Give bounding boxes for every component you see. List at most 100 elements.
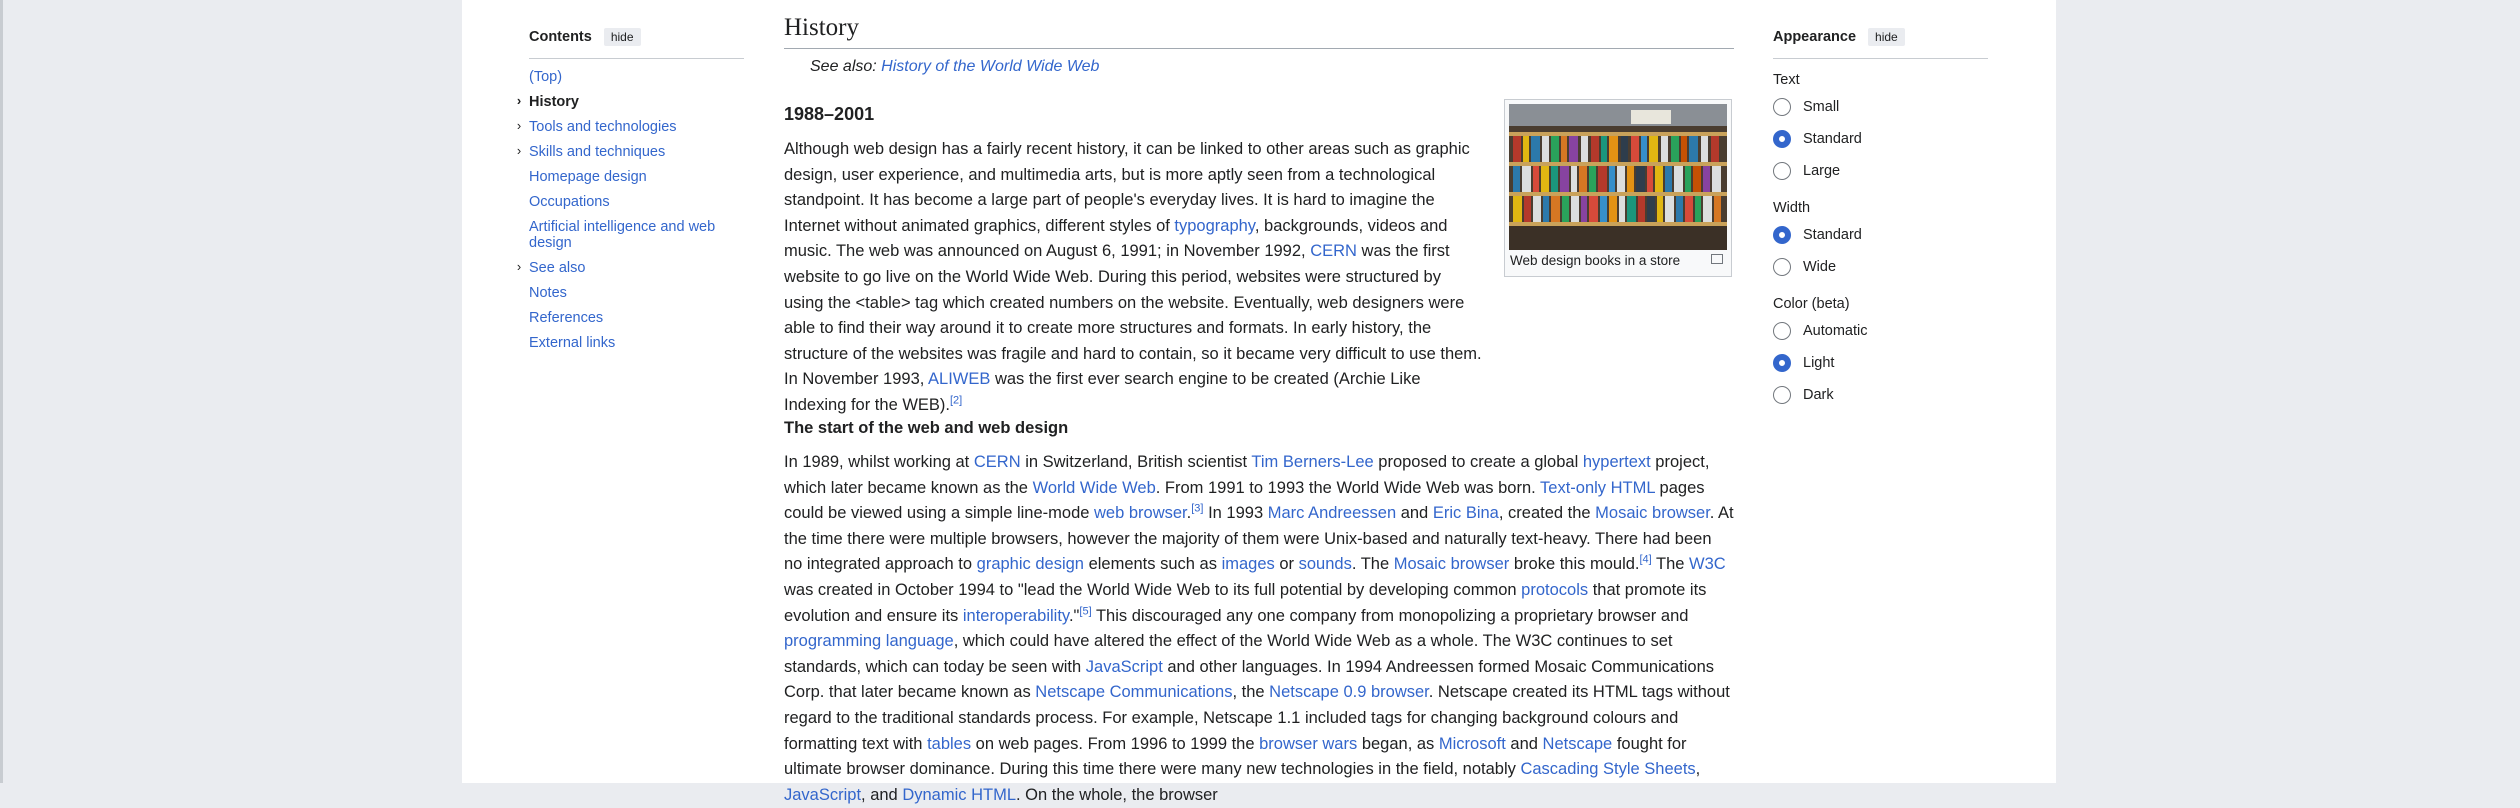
- radio-label[interactable]: Small: [1803, 99, 1839, 115]
- appearance-header: Appearance hide: [1773, 26, 1988, 48]
- wiki-link[interactable]: Marc Andreessen: [1268, 504, 1396, 522]
- toc-item[interactable]: › Skills and techniques: [517, 140, 744, 165]
- radio-selected-icon[interactable]: [1773, 130, 1791, 148]
- radio-option[interactable]: Small: [1773, 91, 1988, 123]
- radio-label[interactable]: Dark: [1803, 387, 1834, 403]
- radio-selected-icon[interactable]: [1773, 226, 1791, 244]
- radio-option[interactable]: Dark: [1773, 379, 1988, 411]
- toc-link[interactable]: See also: [529, 260, 585, 276]
- figure-thumbnail[interactable]: Web design books in a store: [1504, 99, 1732, 277]
- wiki-link[interactable]: JavaScript: [1086, 658, 1163, 676]
- citation-link[interactable]: [5]: [1079, 605, 1091, 617]
- toc-link[interactable]: Occupations: [529, 194, 610, 210]
- appearance-hide-button[interactable]: hide: [1868, 28, 1905, 46]
- radio-unselected-icon[interactable]: [1773, 258, 1791, 276]
- citation: [3]: [1191, 503, 1203, 515]
- wiki-link[interactable]: W3C: [1689, 555, 1726, 573]
- chevron-right-icon[interactable]: ›: [512, 119, 526, 133]
- wiki-link[interactable]: Text-only HTML: [1540, 479, 1655, 497]
- radio-unselected-icon[interactable]: [1773, 162, 1791, 180]
- toc-header: Contents hide: [529, 26, 744, 48]
- wiki-link[interactable]: web browser: [1094, 504, 1187, 522]
- wiki-link[interactable]: tables: [927, 735, 971, 753]
- chevron-right-icon[interactable]: ›: [512, 144, 526, 158]
- figure-caption: Web design books in a store: [1510, 253, 1681, 268]
- toc-link[interactable]: Skills and techniques: [529, 144, 665, 160]
- toc-item[interactable]: Artificial intelligence and web design: [529, 215, 744, 256]
- radio-unselected-icon[interactable]: [1773, 386, 1791, 404]
- radio-option[interactable]: Large: [1773, 155, 1988, 187]
- toc-link[interactable]: External links: [529, 335, 615, 351]
- appearance-group-label: Color (beta): [1773, 296, 1850, 312]
- radio-label[interactable]: Standard: [1803, 227, 1862, 243]
- table-of-contents: Contents hide (Top) › History › Tools and te…: [517, 26, 744, 356]
- wiki-link[interactable]: CERN: [974, 453, 1021, 471]
- wiki-link[interactable]: hypertext: [1583, 453, 1651, 471]
- wiki-link[interactable]: images: [1222, 555, 1275, 573]
- wiki-link[interactable]: Netscape: [1543, 735, 1613, 753]
- wiki-link[interactable]: graphic design: [977, 555, 1084, 573]
- wiki-link[interactable]: sounds: [1299, 555, 1352, 573]
- toc-link[interactable]: History: [529, 94, 579, 110]
- wiki-link[interactable]: Dynamic HTML: [902, 786, 1016, 804]
- wiki-link[interactable]: World Wide Web: [1033, 479, 1156, 497]
- radio-label[interactable]: Automatic: [1803, 323, 1867, 339]
- wiki-link[interactable]: JavaScript: [784, 786, 861, 804]
- radio-option[interactable]: Light: [1773, 347, 1988, 379]
- radio-label[interactable]: Wide: [1803, 259, 1836, 275]
- toc-item[interactable]: Homepage design: [529, 165, 744, 190]
- wiki-link[interactable]: Netscape Communications: [1035, 683, 1232, 701]
- wiki-link[interactable]: Tim Berners-Lee: [1251, 453, 1373, 471]
- citation-link[interactable]: [4]: [1640, 554, 1652, 566]
- section-heading-history: History: [784, 14, 1734, 49]
- wiki-link[interactable]: CERN: [1310, 242, 1357, 260]
- citation-link[interactable]: [3]: [1191, 503, 1203, 515]
- toc-item[interactable]: References: [529, 306, 744, 331]
- appearance-group-label: Width: [1773, 200, 1811, 216]
- toc-item[interactable]: › History: [517, 90, 744, 115]
- radio-label[interactable]: Large: [1803, 163, 1840, 179]
- wiki-link[interactable]: Cascading Style Sheets: [1520, 760, 1695, 778]
- wiki-link[interactable]: Mosaic browser: [1595, 504, 1710, 522]
- toc-item[interactable]: (Top): [529, 65, 744, 90]
- wiki-link[interactable]: Netscape 0.9 browser: [1269, 683, 1429, 701]
- hatnote-link[interactable]: History of the World Wide Web: [881, 58, 1099, 75]
- toc-hide-button[interactable]: hide: [603, 28, 641, 46]
- toc-item[interactable]: Notes: [529, 281, 744, 306]
- wiki-link[interactable]: programming language: [784, 632, 954, 650]
- enlarge-icon[interactable]: [1711, 254, 1723, 264]
- radio-label[interactable]: Standard: [1803, 131, 1862, 147]
- radio-option[interactable]: Standard: [1773, 219, 1988, 251]
- radio-label[interactable]: Light: [1803, 355, 1834, 371]
- paragraph-start-of-web: In 1989, whilst working at CERN in Switz…: [784, 450, 1734, 808]
- toc-link[interactable]: (Top): [529, 69, 562, 85]
- wiki-link[interactable]: interoperability: [963, 607, 1069, 625]
- toc-item[interactable]: › See also: [517, 256, 744, 281]
- toc-link[interactable]: Notes: [529, 285, 567, 301]
- radio-option[interactable]: Wide: [1773, 251, 1988, 283]
- wiki-link[interactable]: Mosaic browser: [1394, 555, 1510, 573]
- toc-link[interactable]: References: [529, 310, 603, 326]
- text-run: In 1989, whilst working at: [784, 453, 974, 471]
- radio-option[interactable]: Standard: [1773, 123, 1988, 155]
- radio-selected-icon[interactable]: [1773, 354, 1791, 372]
- bookstore-image[interactable]: [1509, 104, 1727, 250]
- toc-link[interactable]: Tools and technologies: [529, 119, 677, 135]
- toc-item[interactable]: Occupations: [529, 190, 744, 215]
- wiki-link[interactable]: protocols: [1521, 581, 1588, 599]
- wiki-link[interactable]: browser wars: [1259, 735, 1357, 753]
- radio-unselected-icon[interactable]: [1773, 322, 1791, 340]
- wiki-link[interactable]: ALIWEB: [928, 370, 990, 388]
- citation-link[interactable]: [2]: [950, 394, 962, 406]
- toc-item[interactable]: › Tools and technologies: [517, 115, 744, 140]
- toc-link[interactable]: Artificial intelligence and web design: [529, 219, 715, 251]
- wiki-link[interactable]: typography: [1174, 217, 1254, 235]
- chevron-right-icon[interactable]: ›: [512, 260, 526, 274]
- chevron-right-icon[interactable]: ›: [512, 94, 526, 108]
- wiki-link[interactable]: Eric Bina: [1433, 504, 1499, 522]
- wiki-link[interactable]: Microsoft: [1439, 735, 1506, 753]
- toc-link[interactable]: Homepage design: [529, 169, 647, 185]
- radio-unselected-icon[interactable]: [1773, 98, 1791, 116]
- toc-item[interactable]: External links: [529, 331, 744, 356]
- radio-option[interactable]: Automatic: [1773, 315, 1988, 347]
